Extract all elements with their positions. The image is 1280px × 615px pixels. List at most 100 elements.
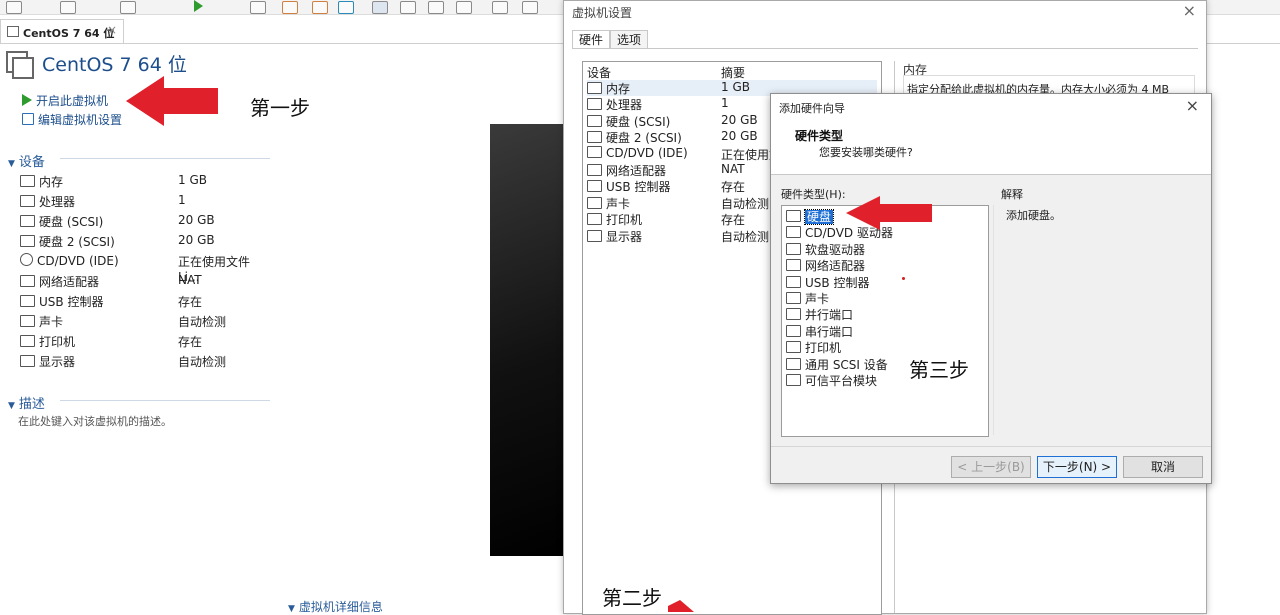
collapse-icon: ▼ bbox=[8, 401, 15, 411]
hardware-row-name: 网络适配器 bbox=[587, 162, 666, 179]
vm-title: CentOS 7 64 位 bbox=[42, 54, 187, 76]
wizard-header-title: 硬件类型 bbox=[795, 129, 844, 143]
view-icon[interactable] bbox=[456, 1, 472, 14]
hardware-row-summary: 1 bbox=[721, 96, 729, 111]
close-icon[interactable]: × bbox=[1186, 96, 1199, 115]
view-icon[interactable] bbox=[372, 1, 388, 14]
view-icon[interactable] bbox=[428, 1, 444, 14]
hardware-type-label-text: 软盘驱动器 bbox=[805, 242, 866, 257]
hardware-type-item[interactable]: 软盘驱动器 bbox=[786, 241, 865, 257]
device-row[interactable]: 处理器 1 bbox=[0, 193, 270, 211]
hardware-type-label-text: 并行端口 bbox=[805, 308, 854, 323]
hardware-icon bbox=[587, 114, 602, 127]
edit-icon bbox=[22, 113, 34, 125]
hardware-row-label: 打印机 bbox=[606, 213, 643, 228]
devices-heading: 设备 bbox=[18, 155, 45, 170]
column-device[interactable]: 设备 bbox=[587, 64, 611, 81]
hardware-row-summary: 1 GB bbox=[721, 80, 750, 94]
hardware-type-label-text: 打印机 bbox=[805, 341, 842, 356]
hardware-row-label: 硬盘 2 (SCSI) bbox=[606, 131, 682, 146]
vm-screen-preview[interactable] bbox=[490, 124, 566, 556]
hardware-row-summary: 自动检测 bbox=[721, 196, 770, 211]
close-icon[interactable]: × bbox=[1183, 1, 1196, 20]
tab-centos[interactable]: CentOS 7 64 位 × bbox=[0, 19, 124, 44]
snapshot-manager-icon[interactable] bbox=[338, 1, 354, 14]
tab-label: CentOS 7 64 位 bbox=[23, 27, 115, 40]
display-icon bbox=[20, 355, 35, 367]
view-icon[interactable] bbox=[522, 1, 538, 14]
hardware-type-item[interactable]: 硬盘 bbox=[786, 208, 835, 225]
toolbar-icon[interactable] bbox=[250, 1, 266, 14]
wizard-header-subtitle: 您要安装哪类硬件? bbox=[819, 146, 913, 159]
snapshot-icon[interactable] bbox=[282, 1, 298, 14]
hardware-type-item[interactable]: 声卡 bbox=[786, 290, 829, 306]
edit-vm-settings-link[interactable]: 编辑虚拟机设置 bbox=[22, 111, 122, 128]
tab-hardware[interactable]: 硬件 bbox=[572, 30, 611, 49]
power-on-icon[interactable] bbox=[194, 0, 203, 12]
explanation-panel: 添加硬盘。 bbox=[993, 205, 1202, 435]
device-row[interactable]: 内存 1 GB bbox=[0, 173, 270, 191]
device-name: CD/DVD (IDE) bbox=[20, 253, 119, 268]
view-icon[interactable] bbox=[492, 1, 508, 14]
details-section-header[interactable]: ▼ 虚拟机详细信息 bbox=[288, 598, 383, 615]
power-on-vm-link[interactable]: 开启此虚拟机 bbox=[22, 92, 108, 109]
device-row[interactable]: CD/DVD (IDE) 正在使用文件 Li... bbox=[0, 253, 270, 284]
hardware-type-icon bbox=[786, 324, 801, 337]
cancel-button[interactable]: 取消 bbox=[1123, 456, 1203, 478]
toolbar-icon[interactable] bbox=[60, 1, 76, 14]
column-summary[interactable]: 摘要 bbox=[721, 64, 745, 81]
device-name-text: USB 控制器 bbox=[39, 295, 104, 309]
close-icon[interactable]: × bbox=[107, 23, 117, 37]
next-button[interactable]: 下一步(N) > bbox=[1037, 456, 1117, 478]
hardware-type-label-text: 串行端口 bbox=[805, 324, 854, 339]
usb-icon bbox=[20, 295, 35, 307]
snapshot-icon[interactable] bbox=[312, 1, 328, 14]
device-name: 声卡 bbox=[20, 313, 63, 330]
hardware-row-name: 内存 bbox=[587, 80, 630, 97]
hardware-type-item[interactable]: 可信平台模块 bbox=[786, 372, 877, 388]
device-value: 存在 bbox=[178, 335, 203, 349]
device-row[interactable]: 打印机 存在 bbox=[0, 333, 270, 351]
description-input[interactable]: 在此处键入对该虚拟机的描述。 bbox=[18, 413, 172, 429]
hardware-row-label: CD/DVD (IDE) bbox=[606, 145, 688, 160]
device-row[interactable]: 硬盘 2 (SCSI) 20 GB bbox=[0, 233, 270, 251]
device-name: 内存 bbox=[20, 173, 63, 190]
hardware-icon bbox=[587, 164, 602, 176]
hardware-type-item[interactable]: 打印机 bbox=[786, 339, 841, 355]
hardware-type-icon bbox=[786, 210, 801, 222]
hardware-row-label: 硬盘 (SCSI) bbox=[606, 114, 671, 129]
back-button[interactable]: < 上一步(B) bbox=[951, 456, 1031, 478]
toolbar-icon[interactable] bbox=[6, 1, 22, 14]
vm-icon bbox=[7, 26, 19, 37]
device-row[interactable]: 网络适配器 NAT bbox=[0, 273, 270, 291]
device-name-text: 处理器 bbox=[39, 195, 76, 209]
device-name: 硬盘 (SCSI) bbox=[20, 213, 103, 230]
device-row[interactable]: 硬盘 (SCSI) 20 GB bbox=[0, 213, 270, 231]
hardware-row-summary: 正在使用文件 bbox=[721, 147, 773, 162]
red-arrow-step3 bbox=[846, 196, 932, 230]
device-row[interactable]: USB 控制器 存在 bbox=[0, 293, 270, 311]
device-name: USB 控制器 bbox=[20, 293, 103, 310]
hardware-row-label: 网络适配器 bbox=[606, 164, 667, 178]
hardware-type-icon bbox=[786, 226, 801, 239]
hardware-type-label-text: USB 控制器 bbox=[805, 275, 870, 290]
device-row[interactable]: 声卡 自动检测 bbox=[0, 313, 270, 331]
description-section-header[interactable]: ▼ 描述 bbox=[8, 393, 45, 412]
hardware-type-icon bbox=[786, 259, 801, 272]
device-row[interactable]: 显示器 自动检测 bbox=[0, 353, 270, 371]
devices-section-header[interactable]: ▼ 设备 bbox=[8, 151, 45, 170]
view-icon[interactable] bbox=[400, 1, 416, 14]
hardware-row-name: CD/DVD (IDE) bbox=[587, 145, 688, 160]
disk-icon bbox=[20, 215, 35, 227]
hardware-type-item[interactable]: 串行端口 bbox=[786, 323, 853, 339]
hardware-type-item[interactable]: 通用 SCSI 设备 bbox=[786, 356, 888, 372]
hardware-type-item[interactable]: 网络适配器 bbox=[786, 257, 865, 273]
hardware-icon bbox=[587, 145, 602, 158]
hardware-type-item[interactable]: USB 控制器 bbox=[786, 274, 869, 290]
toolbar-icon[interactable] bbox=[120, 1, 136, 14]
hardware-type-list[interactable]: 硬盘 CD/DVD 驱动器 软盘驱动器 网络适配器 USB 控制器 声卡 并行端口 串行端口打… bbox=[781, 205, 989, 437]
hardware-type-label-text: 声卡 bbox=[805, 292, 830, 306]
vm-large-icon-back bbox=[12, 57, 34, 79]
tab-options[interactable]: 选项 bbox=[610, 30, 649, 49]
hardware-type-item[interactable]: 并行端口 bbox=[786, 306, 853, 322]
